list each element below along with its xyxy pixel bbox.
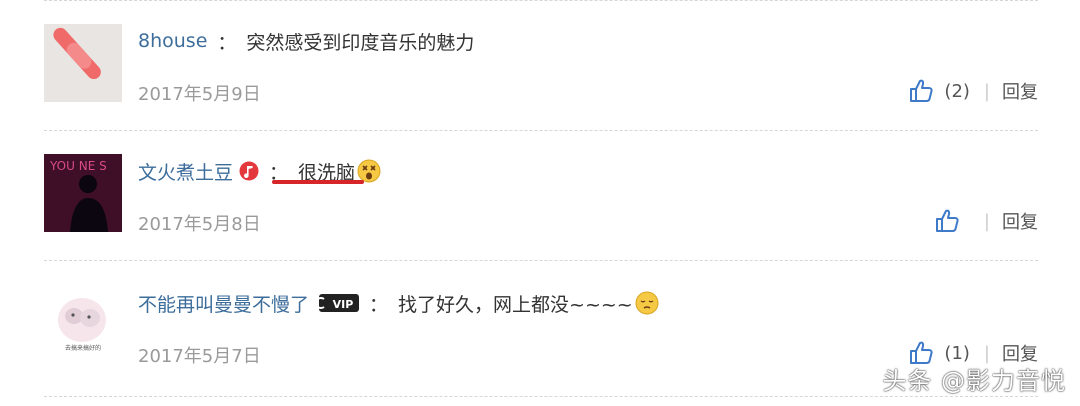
- avatar-caption: 去搞来搞好的: [65, 344, 101, 352]
- comment-date: 2017年5月9日: [138, 84, 261, 105]
- comment-line: 不能再叫曼曼不慢了 VIP ： 找了好久，网上都没~~~~: [138, 288, 659, 318]
- pensive-face-emoji-icon: [635, 291, 659, 315]
- comment-item: 8house ： 突然感受到印度音乐的魅力 2017年5月9日 (2) | 回复: [44, 24, 1038, 134]
- comment-actions: (2) | 回复: [908, 76, 1038, 106]
- comment-item: YOU NE S 文火煮土豆 ： 很洗脑 2017年5月8日 | 回复: [44, 154, 1038, 264]
- username-link[interactable]: 文火煮土豆: [138, 158, 233, 185]
- separator: |: [983, 210, 990, 232]
- divider: [44, 0, 1038, 1]
- username-link[interactable]: 不能再叫曼曼不慢了: [138, 290, 309, 317]
- comment-text: 突然感受到印度音乐的魅力: [246, 31, 475, 54]
- vip-badge-icon: VIP: [315, 293, 360, 313]
- avatar[interactable]: 去搞来搞好的: [44, 286, 122, 364]
- avatar[interactable]: [44, 24, 122, 102]
- reply-button[interactable]: 回复: [1002, 208, 1038, 234]
- comment-date: 2017年5月7日: [138, 346, 261, 367]
- comment-actions: | 回复: [934, 206, 1038, 236]
- avatar[interactable]: YOU NE S: [44, 154, 122, 232]
- separator: |: [983, 80, 990, 102]
- vip-badge-label: VIP: [333, 298, 354, 311]
- reply-button[interactable]: 回复: [1002, 78, 1038, 104]
- comment-text: 找了好久，网上都没~~~~: [398, 293, 633, 316]
- watermark: 头条 @影力音悦: [882, 367, 1066, 395]
- divider: [44, 260, 1038, 261]
- avatar-neon-text: YOU NE S: [49, 159, 107, 173]
- comment-line: 8house ： 突然感受到印度音乐的魅力: [138, 26, 474, 56]
- colon: ：: [369, 293, 389, 316]
- divider: [44, 130, 1038, 131]
- thumbs-up-icon[interactable]: [934, 208, 960, 234]
- music-badge-icon: [239, 161, 259, 181]
- colon: ：: [217, 31, 237, 54]
- comment-list: 8house ： 突然感受到印度音乐的魅力 2017年5月9日 (2) | 回复: [0, 0, 1080, 406]
- highlight-underline: [272, 180, 364, 184]
- divider: [44, 396, 1038, 397]
- thumbs-up-icon[interactable]: [908, 78, 934, 104]
- username-link[interactable]: 8house: [138, 30, 207, 52]
- comment-date: 2017年5月8日: [138, 214, 261, 235]
- like-count: (2): [944, 80, 970, 102]
